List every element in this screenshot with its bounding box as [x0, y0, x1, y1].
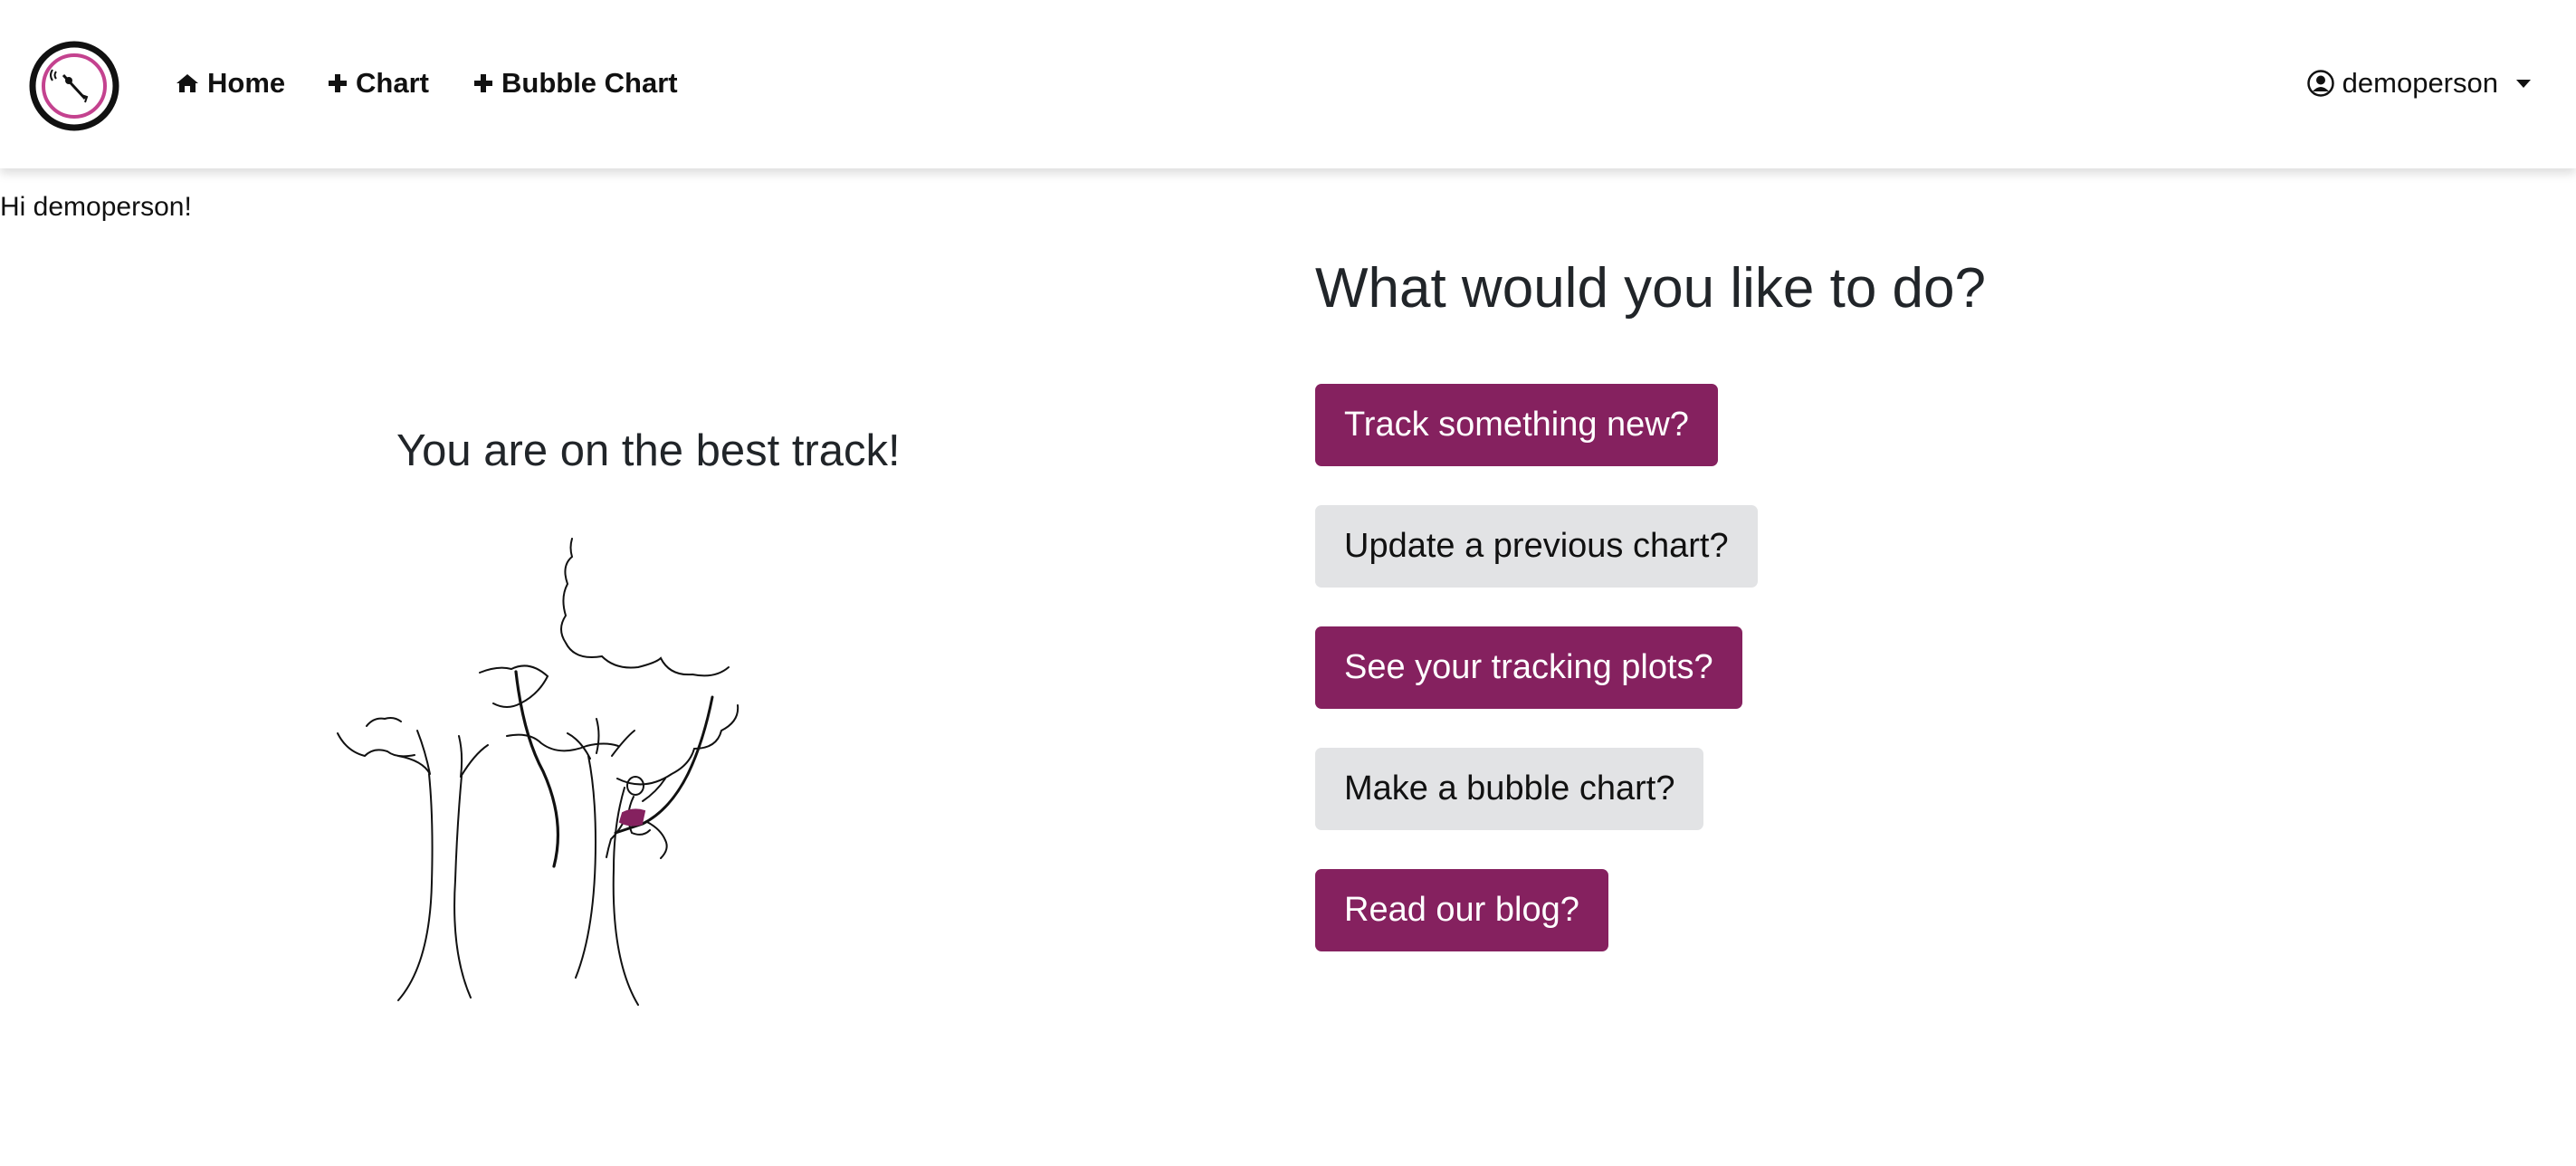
bubble-chart-button[interactable]: Make a bubble chart? [1315, 748, 1704, 830]
nav-bubble-chart-label: Bubble Chart [501, 67, 678, 99]
track-new-button[interactable]: Track something new? [1315, 384, 1718, 466]
logo[interactable] [29, 41, 119, 131]
tree-swing-illustration [337, 538, 739, 1006]
nav-chart-label: Chart [356, 67, 429, 99]
nav-chart[interactable]: Chart [327, 65, 429, 101]
user-name: demoperson [2342, 67, 2498, 99]
nav-home[interactable]: Home [175, 65, 285, 101]
nav-home-label: Home [207, 67, 286, 99]
user-dropdown[interactable]: demoperson [2306, 65, 2531, 101]
see-plots-button[interactable]: See your tracking plots? [1315, 626, 1742, 709]
plus-icon [474, 74, 492, 92]
nav-bubble-chart[interactable]: Bubble Chart [472, 65, 678, 101]
greeting-text: Hi demoperson! [0, 192, 192, 222]
caret-down-icon [2516, 79, 2531, 88]
plus-icon [329, 74, 347, 92]
read-blog-button[interactable]: Read our blog? [1315, 869, 1608, 951]
tagline: You are on the best track! [396, 426, 901, 475]
prompt-heading: What would you like to do? [1315, 257, 1986, 320]
user-circle-icon [2306, 70, 2334, 97]
update-chart-button[interactable]: Update a previous chart? [1315, 505, 1758, 588]
home-icon [177, 74, 198, 92]
navbar: Home Chart Bubble Chart demoperson [0, 0, 2576, 168]
